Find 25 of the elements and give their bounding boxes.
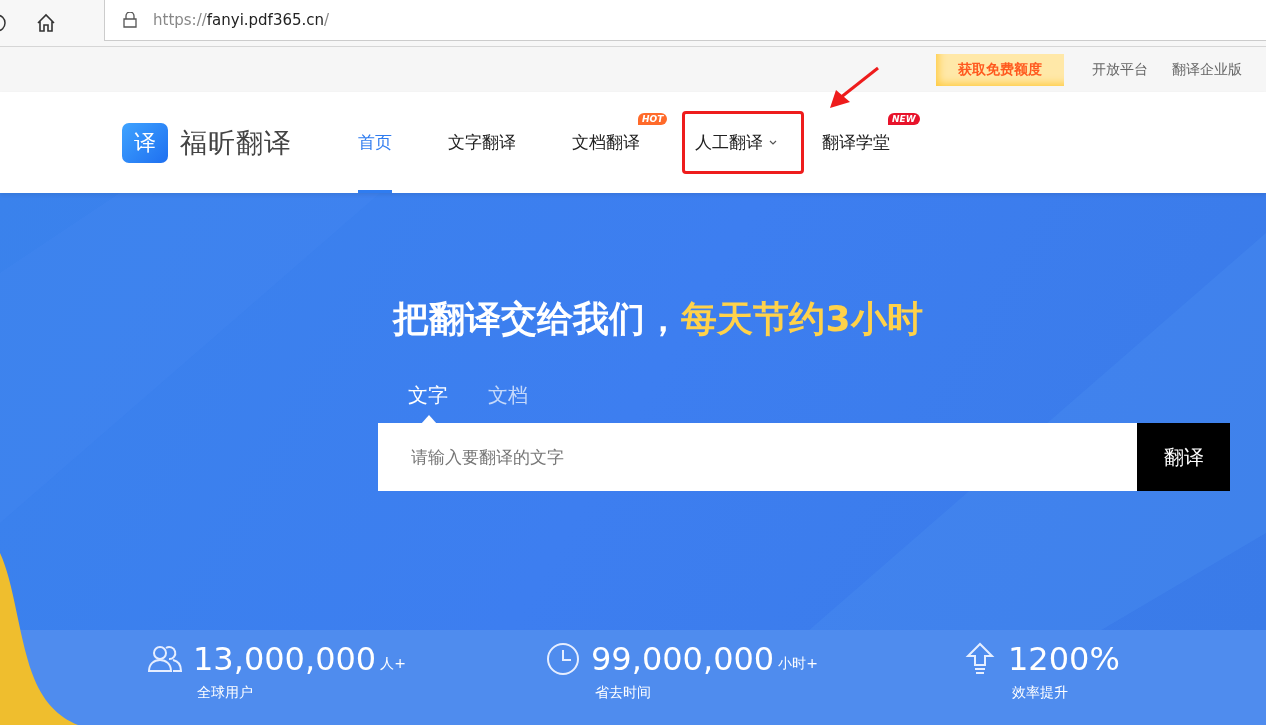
text-input-field[interactable]: 请输入要翻译的文字 [378, 423, 1137, 491]
nav-tab[interactable]: 人工翻译 [682, 111, 804, 174]
translate-button[interactable]: 翻译 [1137, 423, 1230, 491]
stat-value: 1200% [1008, 640, 1120, 678]
clock-icon [545, 641, 581, 677]
url-text: https://fanyi.pdf365.cn/ [153, 10, 330, 29]
nav-tab[interactable]: 文字翻译 [448, 92, 516, 193]
stat-unit: 人+ [380, 655, 406, 673]
address-bar[interactable]: https://fanyi.pdf365.cn/ [104, 0, 1266, 41]
nav-tab[interactable]: 文档翻译 [572, 92, 640, 193]
stat-value: 99,000,000 [591, 640, 775, 678]
nav-badge: NEW [888, 113, 920, 125]
logo-text[interactable]: 福昕翻译 [180, 124, 292, 161]
stat-caption: 全球用户 [197, 684, 254, 702]
lock-icon [123, 11, 137, 28]
hero-title: 把翻译交给我们，每天节约3小时 [391, 297, 924, 341]
stat-value: 13,000,000 [193, 640, 377, 678]
stat-unit: 小时+ [778, 655, 818, 673]
home-icon[interactable] [36, 13, 56, 33]
nav-badge: HOT [638, 113, 668, 125]
nav-tab[interactable]: 翻译学堂 [822, 92, 890, 193]
stat-caption: 效率提升 [1012, 684, 1069, 702]
stat-caption: 省去时间 [595, 684, 652, 702]
top-link[interactable]: 开放平台 [1092, 60, 1148, 79]
top-link[interactable]: 翻译企业版 [1172, 60, 1242, 79]
